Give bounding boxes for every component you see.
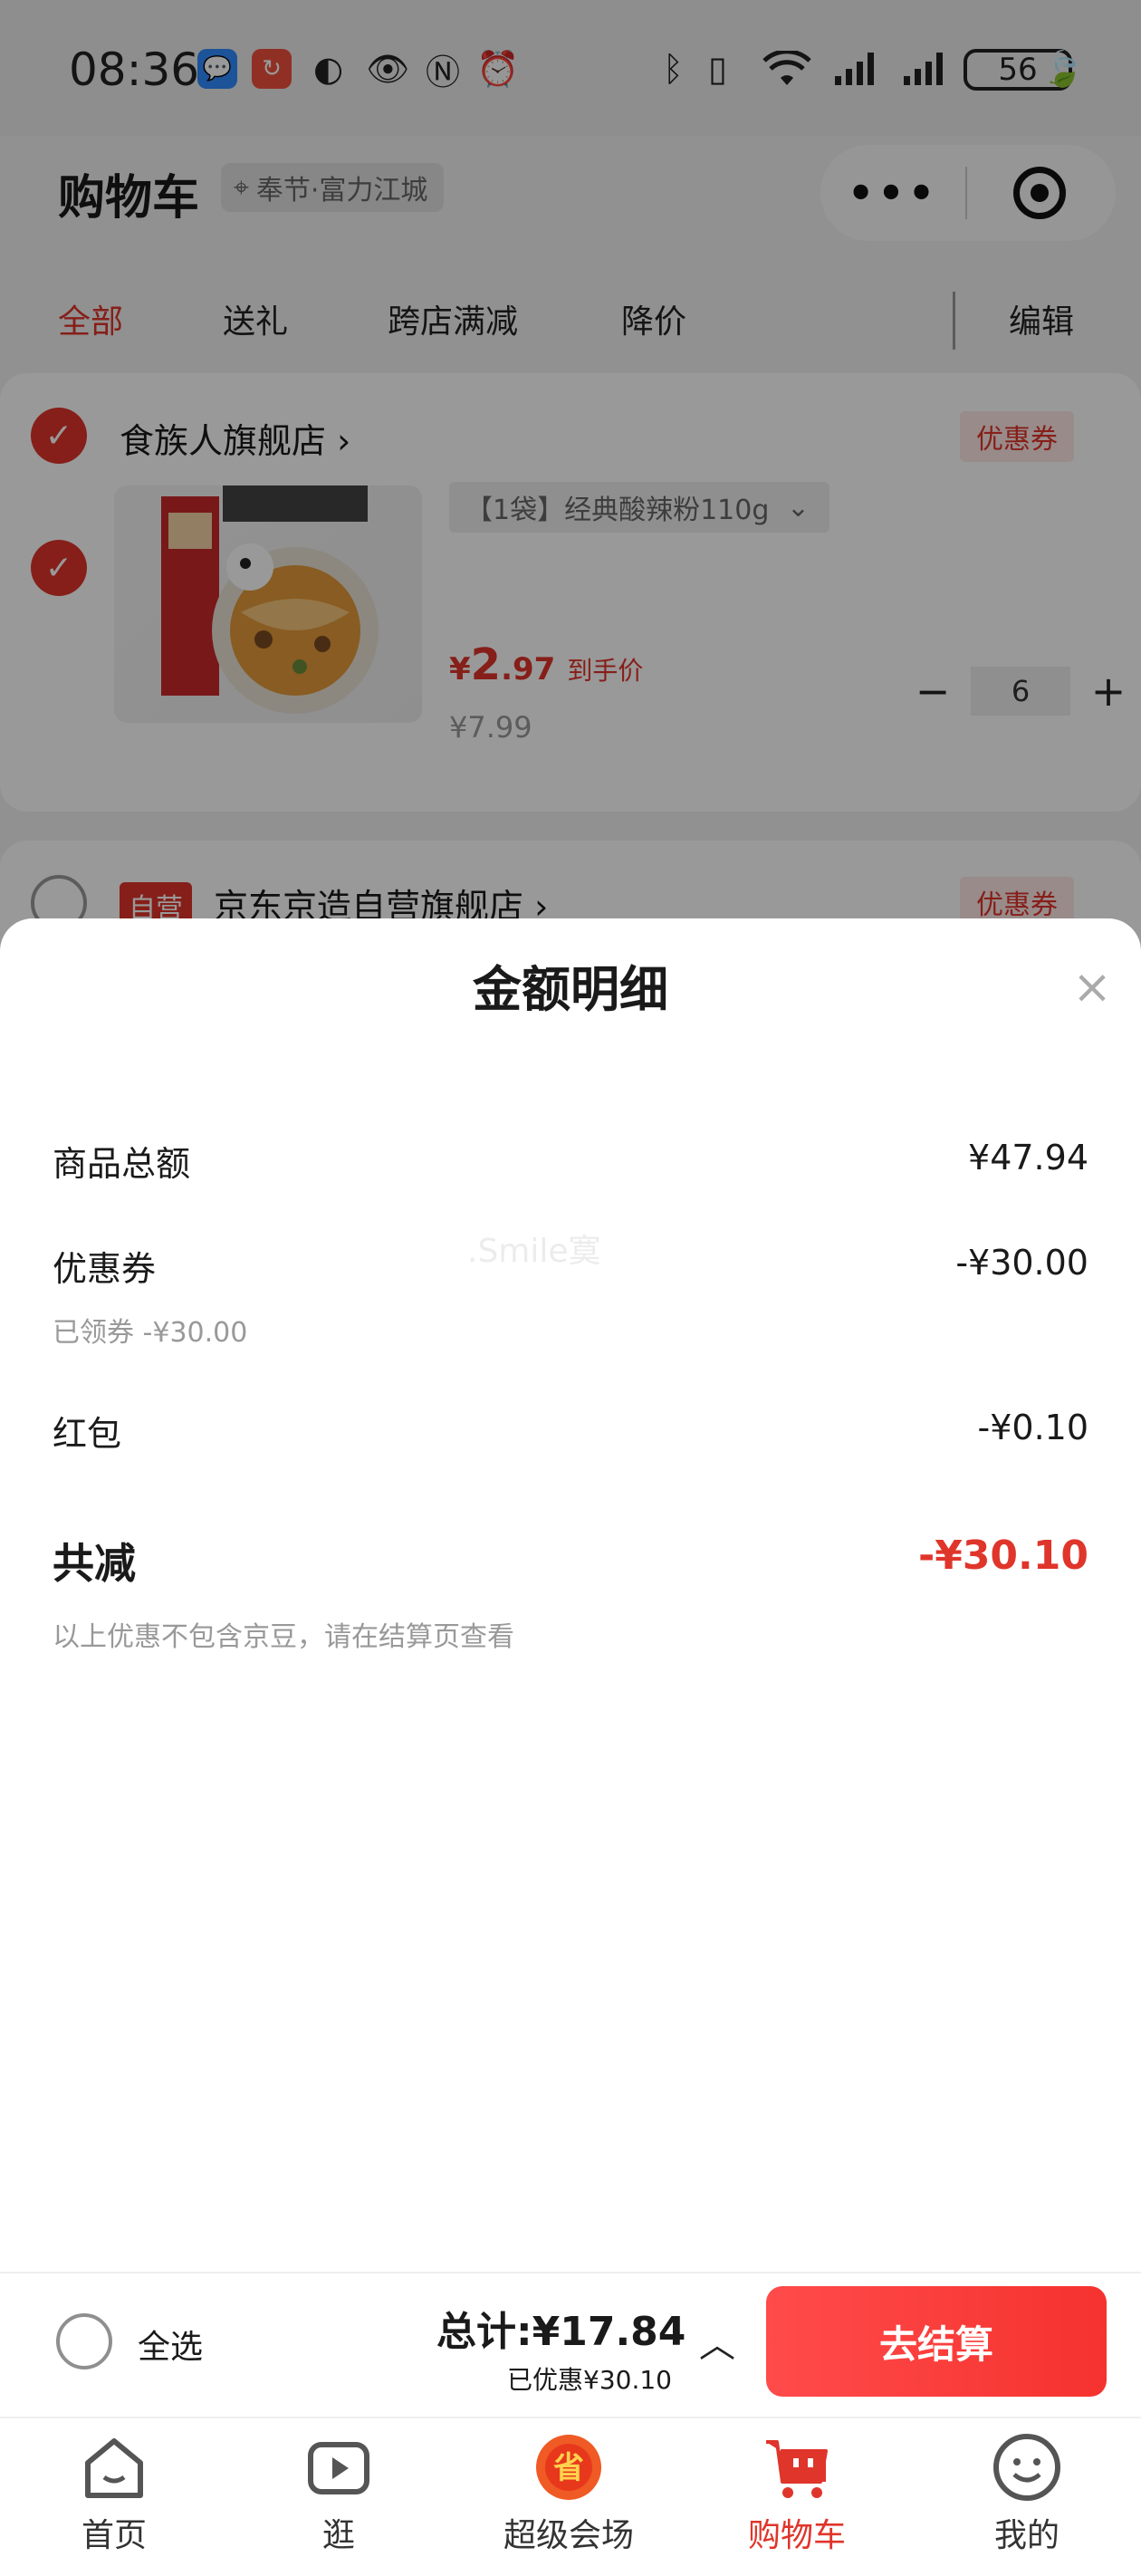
total-discount-value: -¥30.10 bbox=[917, 1533, 1088, 1579]
profile-icon bbox=[991, 2431, 1063, 2504]
select-all-label[interactable]: 全选 bbox=[138, 2321, 203, 2368]
total-discount-label: 共减 bbox=[53, 1539, 136, 1588]
home-icon bbox=[78, 2431, 150, 2504]
subtotal-value: ¥47.94 bbox=[968, 1138, 1088, 1177]
nav-item-profile[interactable]: 我的 bbox=[936, 2431, 1117, 2556]
chevron-up-icon[interactable]: ︿ bbox=[699, 2315, 735, 2368]
saved-amount: 已优惠¥30.10 bbox=[507, 2365, 672, 2395]
subtotal-label: 商品总额 bbox=[53, 1144, 191, 1184]
cart-icon bbox=[761, 2431, 833, 2504]
coupon-claimed-note: 已领券 -¥30.00 bbox=[53, 1317, 248, 1349]
red-packet-label: 红包 bbox=[53, 1414, 122, 1454]
nav-item-cart[interactable]: 购物车 bbox=[706, 2431, 887, 2556]
red-packet-value: -¥0.10 bbox=[977, 1408, 1089, 1447]
nav-item-home[interactable]: 首页 bbox=[24, 2431, 205, 2556]
sheet-title: 金额明细 bbox=[473, 961, 668, 1018]
nav-item-super-venue[interactable]: 省 超级会场 bbox=[478, 2431, 659, 2556]
checkout-button[interactable]: 去结算 bbox=[766, 2286, 1107, 2397]
close-icon[interactable]: × bbox=[1067, 962, 1117, 1013]
discount-note: 以上优惠不包含京豆，请在结算页查看 bbox=[53, 1621, 514, 1653]
svg-text:省: 省 bbox=[553, 2450, 584, 2486]
total-price: 总计:¥17.84 bbox=[436, 2309, 686, 2355]
video-play-icon bbox=[302, 2431, 375, 2504]
watermark-text: .Smile寞 bbox=[467, 1233, 601, 1270]
nav-item-browse[interactable]: 逛 bbox=[248, 2431, 429, 2556]
super-venue-icon: 省 bbox=[532, 2431, 605, 2504]
select-all-checkbox[interactable] bbox=[56, 2313, 112, 2369]
amount-detail-sheet bbox=[0, 918, 1141, 2272]
coupon-label: 优惠券 bbox=[53, 1249, 157, 1289]
coupon-value: -¥30.00 bbox=[955, 1243, 1088, 1283]
